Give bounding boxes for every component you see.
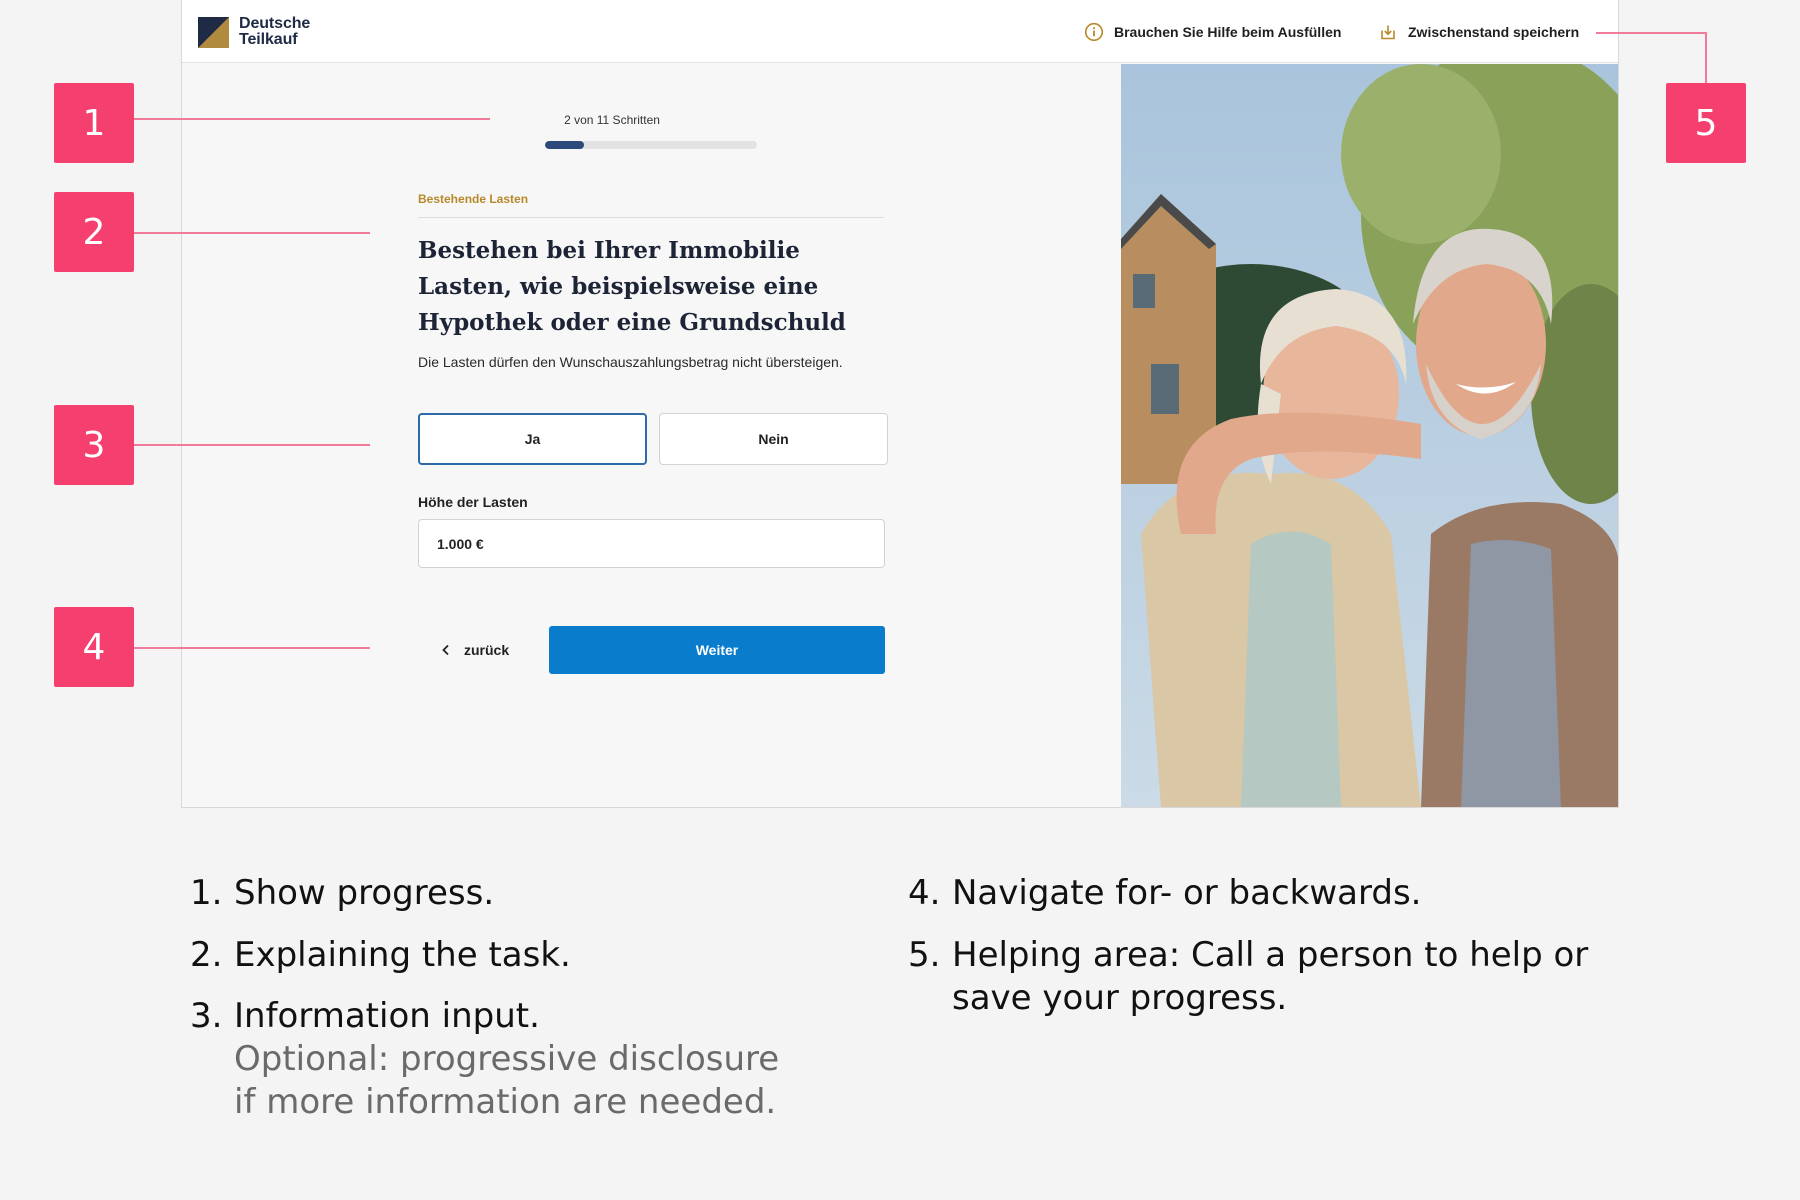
legend-number: 3. (190, 996, 223, 1036)
legend-item-5: 5. Helping area: Call a person to help o… (908, 934, 1628, 1020)
option-ja-button[interactable]: Ja (418, 413, 647, 465)
amount-input[interactable] (418, 519, 885, 568)
progress-bar-fill (545, 141, 584, 149)
question-heading: Bestehen bei Ihrer Immobilie Lasten, wie… (418, 237, 846, 336)
legend-item-1: 1. Show progress. (190, 872, 790, 915)
save-progress-link[interactable]: Zwischenstand speichern (1378, 0, 1579, 63)
question-hint: Die Lasten dürfen den Wunschauszahlungsb… (418, 354, 843, 370)
section-label: Bestehende Lasten (418, 192, 529, 206)
top-bar: Deutsche Teilkauf Brauchen Sie Hilfe bei… (182, 0, 1618, 63)
callout-line-1 (134, 118, 490, 120)
step-counter: 2 von 11 Schritten (564, 113, 660, 127)
legend-item-3: 3. Information input. Optional: progress… (190, 995, 830, 1124)
save-progress-label: Zwischenstand speichern (1408, 23, 1580, 40)
help-link[interactable]: Brauchen Sie Hilfe beim Ausfüllen (1084, 0, 1341, 63)
callout-line-5-vertical (1705, 32, 1707, 83)
legend-number: 2. (190, 935, 223, 975)
brand-logo[interactable]: Deutsche Teilkauf (198, 16, 310, 48)
callout-line-4 (134, 647, 370, 649)
callout-line-3 (134, 444, 370, 446)
legend-item-4: 4. Navigate for- or backwards. (908, 872, 1628, 915)
legend-number: 1. (190, 873, 223, 913)
legend-text: Information input. (234, 996, 540, 1036)
brand-line-1: Deutsche (239, 15, 311, 32)
callout-line-2 (134, 232, 370, 234)
legend-text: Navigate for- or backwards. (952, 873, 1422, 913)
back-button-label: zurück (464, 642, 510, 658)
hero-photo (1121, 64, 1618, 807)
section-divider (418, 217, 884, 218)
app-screenshot: Deutsche Teilkauf Brauchen Sie Hilfe bei… (181, 0, 1619, 808)
legend-number: 4. (908, 873, 941, 913)
progress-bar (545, 141, 757, 149)
callout-badge-1: 1 (54, 83, 134, 163)
legend-text-continued: save your progress. (952, 978, 1288, 1018)
next-button[interactable]: Weiter (549, 626, 885, 674)
legend-subtext: if more information are needed. (234, 1082, 777, 1122)
brand-name: Deutsche Teilkauf (239, 16, 310, 48)
legend-text: Helping area: Call a person to help or (952, 935, 1589, 975)
help-link-label: Brauchen Sie Hilfe beim Ausfüllen (1114, 23, 1342, 40)
chevron-left-icon (442, 644, 449, 656)
callout-badge-3: 3 (54, 405, 134, 485)
callout-badge-5: 5 (1666, 83, 1746, 163)
legend-subtext: Optional: progressive disclosure (234, 1039, 780, 1079)
legend-text: Show progress. (234, 873, 495, 913)
logo-mark-icon (198, 16, 229, 48)
legend-item-2: 2. Explaining the task. (190, 934, 790, 977)
callout-badge-4: 4 (54, 607, 134, 687)
callout-line-5-horizontal (1596, 32, 1706, 34)
download-tray-icon (1381, 25, 1395, 39)
brand-line-2: Teilkauf (239, 31, 298, 48)
legend-number: 5. (908, 935, 941, 975)
callout-badge-2: 2 (54, 192, 134, 272)
option-nein-button[interactable]: Nein (659, 413, 888, 465)
legend-text: Explaining the task. (234, 935, 571, 975)
info-circle-icon (1084, 22, 1104, 41)
amount-label: Höhe der Lasten (418, 494, 528, 510)
back-button[interactable]: zurück (440, 626, 509, 674)
